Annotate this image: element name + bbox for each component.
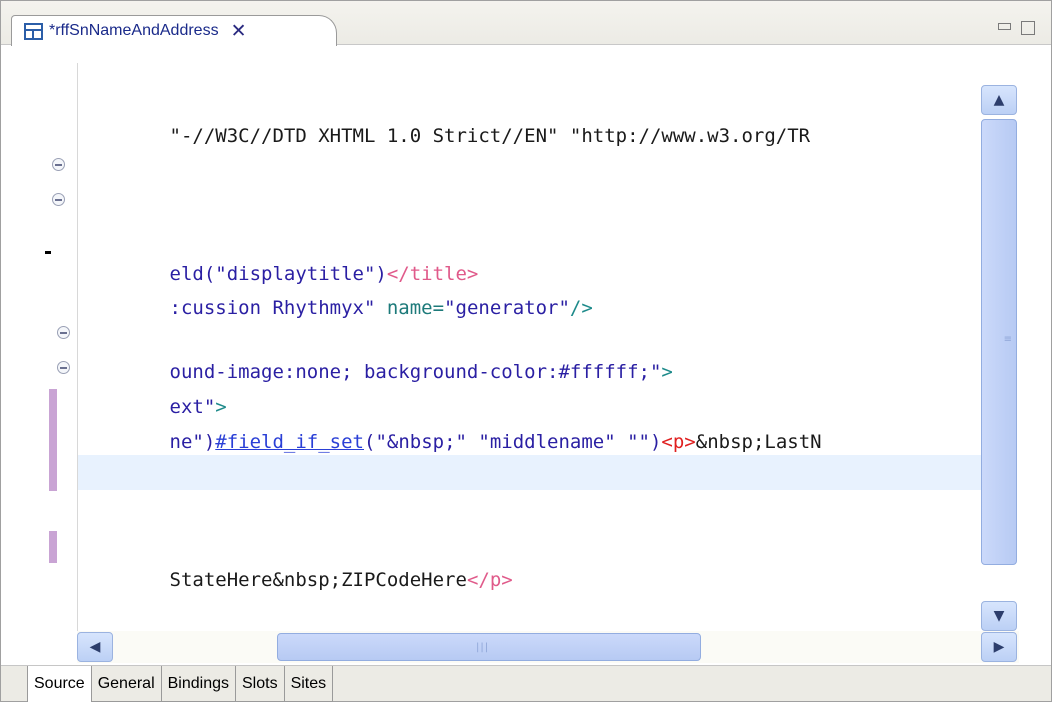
chevron-right-icon: ▶ [993, 639, 1005, 655]
scroll-right-button[interactable]: ▶ [981, 632, 1017, 662]
change-marker [49, 389, 57, 491]
velocity-macro: #field_if_set [215, 431, 364, 453]
chevron-left-icon: ◀ [89, 639, 101, 655]
code-attribute: name= [375, 297, 445, 319]
code-line: ne")#field_if_set("&nbsp;" "middlename" … [78, 391, 822, 453]
change-marker [49, 531, 57, 563]
code-token: :cussion Rhythmyx" [169, 297, 376, 319]
tab-source[interactable]: Source [27, 666, 92, 702]
editor-tab[interactable]: *rffSnNameAndAddress ✕ [11, 15, 337, 46]
code-line: ext"> [78, 356, 227, 418]
fold-toggle-icon[interactable] [57, 326, 70, 339]
editor-tab-bar: *rffSnNameAndAddress ✕ [1, 1, 1051, 46]
horizontal-scroll-thumb[interactable]: ||| [277, 633, 701, 661]
chevron-up-icon: ▲ [993, 92, 1005, 108]
editor-layout-icon [24, 22, 43, 40]
editor-tab-title: *rffSnNameAndAddress [49, 22, 219, 39]
code-line: StateHere&nbsp;ZIPCodeHere</p> [78, 529, 513, 591]
tab-slots[interactable]: Slots [236, 666, 285, 702]
code-token: "-//W3C//DTD XHTML 1.0 Strict//EN" "http… [169, 125, 811, 147]
code-tag: > [661, 361, 673, 383]
horizontal-scrollbar[interactable]: ◀ ||| ▶ [77, 631, 1019, 663]
fold-toggle-icon[interactable] [52, 193, 65, 206]
code-token: &nbsp;LastN [695, 431, 822, 453]
current-line-highlight [78, 455, 981, 490]
code-tag: /> [569, 297, 593, 319]
editor-page-tabs: Source General Bindings Slots Sites [1, 665, 1051, 702]
vertical-scroll-thumb[interactable]: ≡ [981, 119, 1017, 565]
code-line: ound-image:none; background-color:#fffff… [78, 321, 673, 383]
fold-toggle-icon[interactable] [57, 361, 70, 374]
code-line: "-//W3C//DTD XHTML 1.0 Strict//EN" "http… [78, 85, 811, 147]
scroll-up-button[interactable]: ▲ [981, 85, 1017, 115]
tab-sites[interactable]: Sites [284, 666, 334, 702]
code-token: ("&nbsp;" "middlename" "") [364, 431, 662, 453]
close-icon[interactable]: ✕ [231, 21, 247, 41]
cursor-marker [45, 251, 51, 254]
code-token: ne") [169, 431, 216, 453]
scroll-left-button[interactable]: ◀ [77, 632, 113, 662]
chevron-down-icon: ▼ [993, 608, 1005, 624]
code-line: eld("displaytitle")</title> [78, 223, 479, 285]
code-text-area[interactable]: "-//W3C//DTD XHTML 1.0 Strict//EN" "http… [78, 63, 981, 631]
editor-window: *rffSnNameAndAddress ✕ "-//W3C//DTD XHTM… [0, 0, 1052, 702]
code-line: :cussion Rhythmyx" name="generator"/> [78, 257, 593, 319]
code-tag: </p> [466, 569, 513, 591]
window-controls [998, 21, 1035, 35]
minimize-icon[interactable] [998, 23, 1011, 30]
grip-icon: ||| [476, 642, 490, 653]
maximize-icon[interactable] [1021, 21, 1035, 35]
code-token: StateHere&nbsp;ZIPCodeHere [169, 569, 467, 591]
code-token: ound-image:none; background-color:#fffff… [169, 361, 662, 383]
code-tag: <p> [661, 431, 696, 453]
editor-gutter [29, 63, 77, 631]
source-editor[interactable]: "-//W3C//DTD XHTML 1.0 Strict//EN" "http… [29, 63, 1019, 663]
fold-toggle-icon[interactable] [52, 158, 65, 171]
tab-general[interactable]: General [91, 666, 162, 702]
tab-bindings[interactable]: Bindings [161, 666, 236, 702]
scroll-down-button[interactable]: ▼ [981, 601, 1017, 631]
grip-icon: ≡ [1003, 334, 1013, 345]
code-token: "generator" [444, 297, 570, 319]
vertical-scrollbar[interactable]: ▲ ≡ ▼ [981, 85, 1019, 631]
